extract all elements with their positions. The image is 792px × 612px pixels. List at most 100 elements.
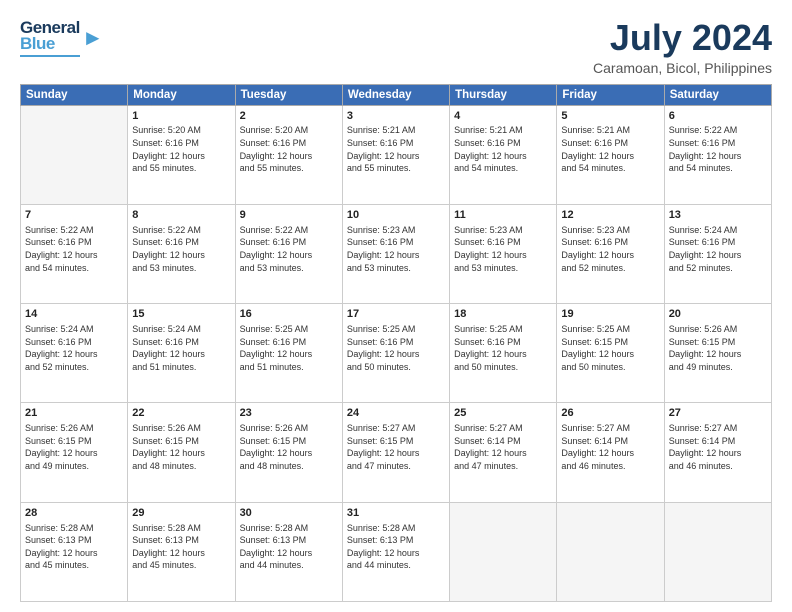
table-row: 14Sunrise: 5:24 AMSunset: 6:16 PMDayligh…	[21, 304, 128, 403]
table-row: 21Sunrise: 5:26 AMSunset: 6:15 PMDayligh…	[21, 403, 128, 502]
day-info: Sunrise: 5:25 AMSunset: 6:16 PMDaylight:…	[240, 323, 338, 373]
table-row: 11Sunrise: 5:23 AMSunset: 6:16 PMDayligh…	[450, 204, 557, 303]
calendar-week-row: 28Sunrise: 5:28 AMSunset: 6:13 PMDayligh…	[21, 502, 772, 601]
day-number: 19	[561, 307, 659, 322]
calendar-week-row: 14Sunrise: 5:24 AMSunset: 6:16 PMDayligh…	[21, 304, 772, 403]
table-row: 25Sunrise: 5:27 AMSunset: 6:14 PMDayligh…	[450, 403, 557, 502]
day-number: 25	[454, 406, 552, 421]
calendar-table: Sunday Monday Tuesday Wednesday Thursday…	[20, 84, 772, 602]
day-info: Sunrise: 5:22 AMSunset: 6:16 PMDaylight:…	[25, 224, 123, 274]
col-saturday: Saturday	[664, 84, 771, 105]
day-number: 11	[454, 208, 552, 223]
day-number: 23	[240, 406, 338, 421]
title-area: July 2024 Caramoan, Bicol, Philippines	[593, 18, 772, 76]
table-row: 2Sunrise: 5:20 AMSunset: 6:16 PMDaylight…	[235, 105, 342, 204]
table-row: 19Sunrise: 5:25 AMSunset: 6:15 PMDayligh…	[557, 304, 664, 403]
table-row: 23Sunrise: 5:26 AMSunset: 6:15 PMDayligh…	[235, 403, 342, 502]
day-info: Sunrise: 5:27 AMSunset: 6:15 PMDaylight:…	[347, 422, 445, 472]
table-row: 31Sunrise: 5:28 AMSunset: 6:13 PMDayligh…	[342, 502, 449, 601]
table-row: 12Sunrise: 5:23 AMSunset: 6:16 PMDayligh…	[557, 204, 664, 303]
day-number: 8	[132, 208, 230, 223]
day-info: Sunrise: 5:27 AMSunset: 6:14 PMDaylight:…	[454, 422, 552, 472]
table-row: 18Sunrise: 5:25 AMSunset: 6:16 PMDayligh…	[450, 304, 557, 403]
day-info: Sunrise: 5:23 AMSunset: 6:16 PMDaylight:…	[454, 224, 552, 274]
day-info: Sunrise: 5:26 AMSunset: 6:15 PMDaylight:…	[25, 422, 123, 472]
day-info: Sunrise: 5:24 AMSunset: 6:16 PMDaylight:…	[25, 323, 123, 373]
day-number: 20	[669, 307, 767, 322]
table-row: 9Sunrise: 5:22 AMSunset: 6:16 PMDaylight…	[235, 204, 342, 303]
day-info: Sunrise: 5:27 AMSunset: 6:14 PMDaylight:…	[669, 422, 767, 472]
day-info: Sunrise: 5:25 AMSunset: 6:16 PMDaylight:…	[454, 323, 552, 373]
day-number: 10	[347, 208, 445, 223]
col-tuesday: Tuesday	[235, 84, 342, 105]
day-number: 21	[25, 406, 123, 421]
day-number: 18	[454, 307, 552, 322]
day-number: 6	[669, 109, 767, 124]
table-row: 16Sunrise: 5:25 AMSunset: 6:16 PMDayligh…	[235, 304, 342, 403]
month-year: July 2024	[593, 18, 772, 58]
calendar-week-row: 21Sunrise: 5:26 AMSunset: 6:15 PMDayligh…	[21, 403, 772, 502]
table-row: 26Sunrise: 5:27 AMSunset: 6:14 PMDayligh…	[557, 403, 664, 502]
calendar-week-row: 7Sunrise: 5:22 AMSunset: 6:16 PMDaylight…	[21, 204, 772, 303]
day-number: 9	[240, 208, 338, 223]
day-info: Sunrise: 5:22 AMSunset: 6:16 PMDaylight:…	[240, 224, 338, 274]
table-row: 4Sunrise: 5:21 AMSunset: 6:16 PMDaylight…	[450, 105, 557, 204]
day-info: Sunrise: 5:23 AMSunset: 6:16 PMDaylight:…	[347, 224, 445, 274]
day-number: 14	[25, 307, 123, 322]
day-number: 26	[561, 406, 659, 421]
day-info: Sunrise: 5:26 AMSunset: 6:15 PMDaylight:…	[132, 422, 230, 472]
logo: General Blue ►	[20, 18, 104, 57]
day-number: 28	[25, 506, 123, 521]
day-info: Sunrise: 5:21 AMSunset: 6:16 PMDaylight:…	[347, 124, 445, 174]
day-info: Sunrise: 5:22 AMSunset: 6:16 PMDaylight:…	[132, 224, 230, 274]
day-info: Sunrise: 5:28 AMSunset: 6:13 PMDaylight:…	[25, 522, 123, 572]
table-row: 22Sunrise: 5:26 AMSunset: 6:15 PMDayligh…	[128, 403, 235, 502]
day-number: 3	[347, 109, 445, 124]
header: General Blue ► July 2024 Caramoan, Bicol…	[20, 18, 772, 76]
day-info: Sunrise: 5:21 AMSunset: 6:16 PMDaylight:…	[561, 124, 659, 174]
table-row: 10Sunrise: 5:23 AMSunset: 6:16 PMDayligh…	[342, 204, 449, 303]
location: Caramoan, Bicol, Philippines	[593, 60, 772, 76]
col-monday: Monday	[128, 84, 235, 105]
day-info: Sunrise: 5:26 AMSunset: 6:15 PMDaylight:…	[240, 422, 338, 472]
table-row: 20Sunrise: 5:26 AMSunset: 6:15 PMDayligh…	[664, 304, 771, 403]
day-info: Sunrise: 5:28 AMSunset: 6:13 PMDaylight:…	[347, 522, 445, 572]
day-number: 4	[454, 109, 552, 124]
day-info: Sunrise: 5:25 AMSunset: 6:16 PMDaylight:…	[347, 323, 445, 373]
table-row: 5Sunrise: 5:21 AMSunset: 6:16 PMDaylight…	[557, 105, 664, 204]
day-info: Sunrise: 5:25 AMSunset: 6:15 PMDaylight:…	[561, 323, 659, 373]
table-row: 13Sunrise: 5:24 AMSunset: 6:16 PMDayligh…	[664, 204, 771, 303]
table-row: 8Sunrise: 5:22 AMSunset: 6:16 PMDaylight…	[128, 204, 235, 303]
table-row: 15Sunrise: 5:24 AMSunset: 6:16 PMDayligh…	[128, 304, 235, 403]
table-row	[664, 502, 771, 601]
table-row: 17Sunrise: 5:25 AMSunset: 6:16 PMDayligh…	[342, 304, 449, 403]
table-row: 3Sunrise: 5:21 AMSunset: 6:16 PMDaylight…	[342, 105, 449, 204]
day-number: 16	[240, 307, 338, 322]
calendar-page: General Blue ► July 2024 Caramoan, Bicol…	[0, 0, 792, 612]
day-number: 30	[240, 506, 338, 521]
logo-icon: General Blue	[20, 18, 80, 57]
day-number: 15	[132, 307, 230, 322]
table-row: 29Sunrise: 5:28 AMSunset: 6:13 PMDayligh…	[128, 502, 235, 601]
calendar-header-row: Sunday Monday Tuesday Wednesday Thursday…	[21, 84, 772, 105]
table-row	[450, 502, 557, 601]
calendar-week-row: 1Sunrise: 5:20 AMSunset: 6:16 PMDaylight…	[21, 105, 772, 204]
day-number: 29	[132, 506, 230, 521]
day-number: 1	[132, 109, 230, 124]
day-number: 24	[347, 406, 445, 421]
day-info: Sunrise: 5:21 AMSunset: 6:16 PMDaylight:…	[454, 124, 552, 174]
table-row: 24Sunrise: 5:27 AMSunset: 6:15 PMDayligh…	[342, 403, 449, 502]
col-thursday: Thursday	[450, 84, 557, 105]
day-number: 27	[669, 406, 767, 421]
day-number: 31	[347, 506, 445, 521]
table-row: 7Sunrise: 5:22 AMSunset: 6:16 PMDaylight…	[21, 204, 128, 303]
day-info: Sunrise: 5:20 AMSunset: 6:16 PMDaylight:…	[132, 124, 230, 174]
day-number: 13	[669, 208, 767, 223]
table-row	[557, 502, 664, 601]
logo-bottom: Blue	[20, 34, 80, 54]
table-row: 30Sunrise: 5:28 AMSunset: 6:13 PMDayligh…	[235, 502, 342, 601]
day-info: Sunrise: 5:28 AMSunset: 6:13 PMDaylight:…	[240, 522, 338, 572]
day-info: Sunrise: 5:26 AMSunset: 6:15 PMDaylight:…	[669, 323, 767, 373]
col-sunday: Sunday	[21, 84, 128, 105]
day-info: Sunrise: 5:23 AMSunset: 6:16 PMDaylight:…	[561, 224, 659, 274]
